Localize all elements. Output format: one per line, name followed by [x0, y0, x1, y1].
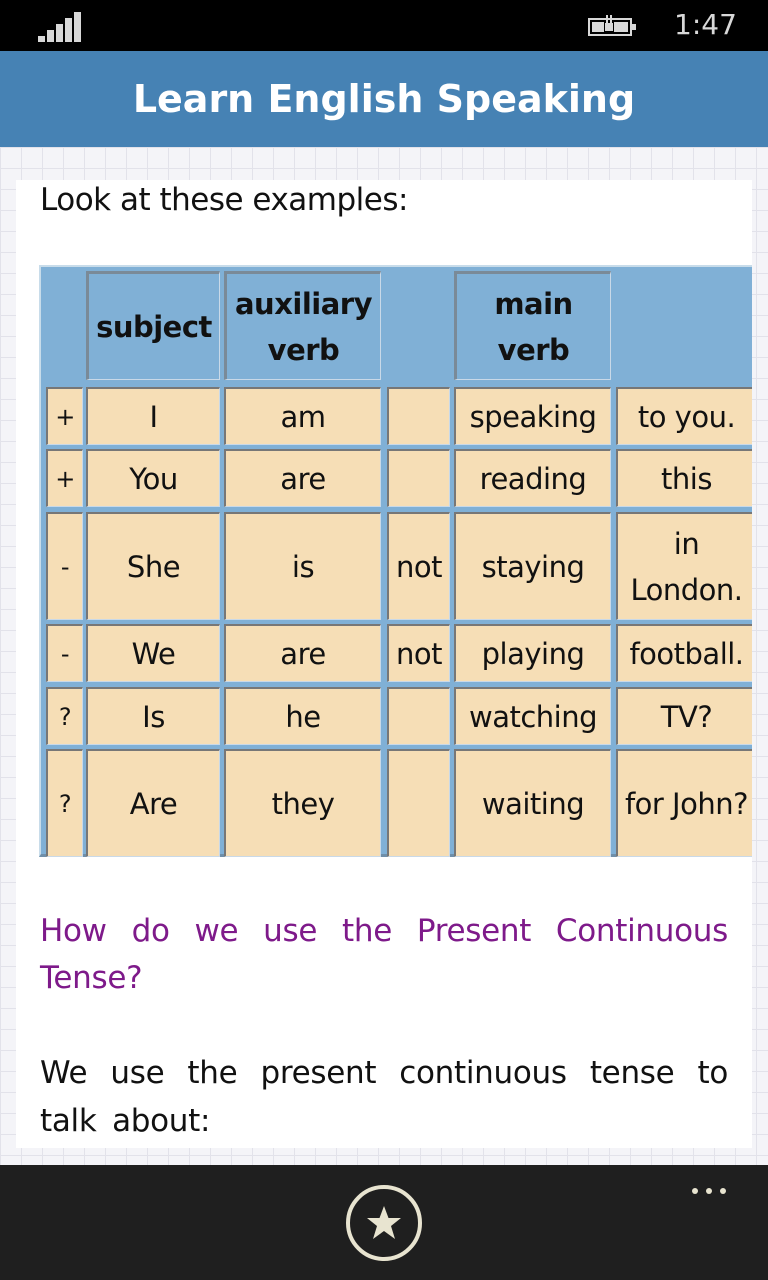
- table-cell-rest: to you.: [616, 387, 752, 445]
- table-cell-subject: Is: [86, 687, 220, 745]
- table-cell-main-verb: speaking: [454, 387, 611, 445]
- table-cell-rest: in London.: [616, 512, 752, 620]
- table-cell-negation: not: [387, 512, 450, 620]
- table-cell-sign: -: [46, 624, 83, 682]
- more-options-button[interactable]: [684, 1181, 734, 1201]
- table-cell-auxiliary-verb: is: [224, 512, 381, 620]
- title-bar: Learn English Speaking: [0, 51, 768, 147]
- header-cell-auxiliary-verb: auxiliary verb: [224, 271, 381, 380]
- table-cell-subject: She: [86, 512, 220, 620]
- header-cell-sign: [46, 271, 83, 380]
- table-cell-auxiliary-verb: he: [224, 687, 381, 745]
- table-cell-sign: +: [46, 449, 83, 507]
- table-cell-negation: [387, 749, 450, 857]
- header-cell-negation: [387, 271, 450, 380]
- table-cell-subject: I: [86, 387, 220, 445]
- table-cell-auxiliary-verb: am: [224, 387, 381, 445]
- table-cell-negation: not: [387, 624, 450, 682]
- table-cell-auxiliary-verb: are: [224, 624, 381, 682]
- table-cell-subject: We: [86, 624, 220, 682]
- signal-strength-icon: [38, 12, 86, 42]
- table-cell-sign: -: [46, 512, 83, 620]
- clock: 1:47: [674, 8, 737, 41]
- table-cell-rest: for John?: [616, 749, 752, 857]
- table-cell-negation: [387, 449, 450, 507]
- table-cell-main-verb: staying: [454, 512, 611, 620]
- app-title: Learn English Speaking: [132, 77, 636, 121]
- table-cell-rest: this: [616, 449, 752, 507]
- header-cell-main-verb: main verb: [454, 271, 611, 380]
- status-bar: 1:47: [0, 0, 768, 51]
- content-card: Look at these examples: subject auxiliary…: [16, 180, 752, 1148]
- table-cell-negation: [387, 687, 450, 745]
- table-cell-main-verb: playing: [454, 624, 611, 682]
- app-bar: [0, 1165, 768, 1280]
- ellipsis-dot: [720, 1188, 726, 1194]
- body-paragraph: We use the present continuous tense to t…: [40, 1055, 728, 1139]
- table-cell-auxiliary-verb: they: [224, 749, 381, 857]
- header-cell-subject: subject: [86, 271, 220, 380]
- favorite-button[interactable]: [346, 1185, 422, 1261]
- section-heading: How do we use the Present Continuous Ten…: [40, 913, 728, 996]
- table-cell-main-verb: waiting: [454, 749, 611, 857]
- intro-text: Look at these examples:: [40, 182, 408, 218]
- header-cell-rest: [616, 271, 752, 380]
- table-cell-sign: +: [46, 387, 83, 445]
- table-cell-rest: football.: [616, 624, 752, 682]
- examples-table: subject auxiliary verb main verb + Iam speaki…: [39, 265, 752, 857]
- table-cell-negation: [387, 387, 450, 445]
- table-cell-subject: You: [86, 449, 220, 507]
- table-cell-sign: ?: [46, 687, 83, 745]
- table-cell-auxiliary-verb: are: [224, 449, 381, 507]
- star-icon: [367, 1206, 401, 1239]
- table-cell-main-verb: watching: [454, 687, 611, 745]
- ellipsis-dot: [692, 1188, 698, 1194]
- battery-charging-icon: [588, 14, 638, 38]
- table-cell-rest: TV?: [616, 687, 752, 745]
- table-cell-main-verb: reading: [454, 449, 611, 507]
- ellipsis-dot: [706, 1188, 712, 1194]
- table-cell-sign: ?: [46, 749, 83, 857]
- table-cell-subject: Are: [86, 749, 220, 857]
